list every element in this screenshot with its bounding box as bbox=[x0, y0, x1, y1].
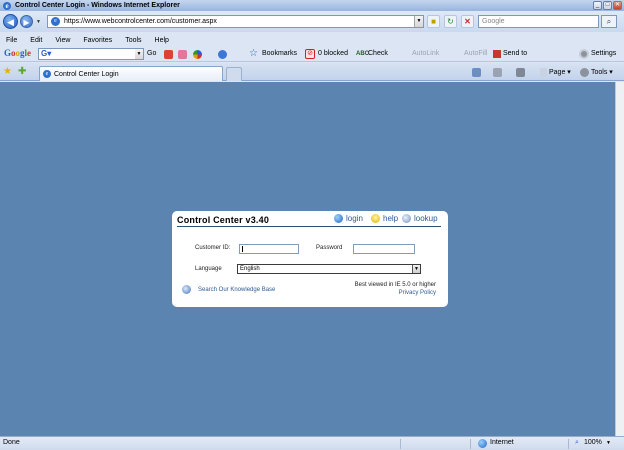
google-search-input[interactable]: G▾ ▼ bbox=[38, 48, 144, 60]
magnifier-icon bbox=[402, 214, 411, 223]
page-menu-label: Page bbox=[549, 69, 566, 76]
title-bar: e Control Center Login - Windows Interne… bbox=[0, 0, 624, 11]
customer-id-field[interactable] bbox=[239, 244, 299, 254]
tab-label: Control Center Login bbox=[54, 70, 119, 78]
password-field[interactable] bbox=[353, 244, 415, 254]
translate-icon[interactable] bbox=[218, 50, 227, 59]
bookmarks-button[interactable]: Bookmarks bbox=[262, 49, 297, 59]
customer-id-label: Customer ID: bbox=[195, 245, 231, 251]
status-bar: Done Internet ⌕ 100% ▼ bbox=[0, 436, 624, 450]
feeds-icon[interactable] bbox=[493, 67, 504, 78]
lightbulb-icon bbox=[371, 214, 380, 223]
address-row: ◀ ▶ ▼ e https://www.webcontrolcenter.com… bbox=[0, 11, 624, 32]
check-button[interactable]: Check bbox=[368, 49, 388, 59]
back-button[interactable]: ◀ bbox=[3, 14, 18, 29]
google-search-dropdown[interactable]: ▼ bbox=[135, 49, 143, 59]
status-text: Done bbox=[3, 439, 20, 446]
forward-button[interactable]: ▶ bbox=[20, 15, 33, 28]
address-field[interactable]: e https://www.webcontrolcenter.com/custo… bbox=[47, 15, 424, 28]
lookup-link[interactable]: lookup bbox=[402, 214, 438, 223]
add-favorite-icon[interactable]: ✚ bbox=[18, 66, 26, 77]
login-link[interactable]: login bbox=[334, 214, 363, 223]
send-to-icon bbox=[493, 50, 501, 58]
language-selected: English bbox=[240, 266, 260, 272]
popup-blocker-icon: ⊘ bbox=[305, 49, 315, 59]
page-menu[interactable]: Page ▾ bbox=[540, 67, 571, 78]
login-link-label: login bbox=[346, 214, 363, 223]
privacy-policy-link[interactable]: Privacy Policy bbox=[399, 290, 436, 296]
home-icon[interactable] bbox=[472, 67, 483, 78]
picasa-icon[interactable] bbox=[193, 50, 202, 59]
zoom-icon[interactable]: ⌕ bbox=[575, 439, 579, 447]
stop-icon[interactable]: ✕ bbox=[461, 15, 474, 28]
menu-file[interactable]: File bbox=[6, 37, 17, 44]
tools-menu-label: Tools bbox=[591, 69, 608, 76]
autofill-button[interactable]: AutoFill bbox=[464, 49, 487, 59]
menu-bar: File Edit View Favorites Tools Help bbox=[0, 34, 624, 46]
menu-view[interactable]: View bbox=[55, 37, 70, 44]
settings-button[interactable]: Settings bbox=[591, 49, 616, 59]
page-icon: e bbox=[51, 17, 60, 26]
internet-explorer-icon: e bbox=[3, 1, 11, 10]
favorites-star-icon[interactable]: ★ bbox=[3, 66, 12, 77]
password-label: Password bbox=[316, 245, 343, 251]
browser-note: Best viewed in IE 5.0 or higher bbox=[354, 282, 436, 288]
menu-favorites[interactable]: Favorites bbox=[83, 37, 112, 44]
tab-row: ★ ✚ e Control Center Login Page ▾ Tools … bbox=[0, 63, 624, 81]
status-divider bbox=[568, 439, 569, 449]
menu-help[interactable]: Help bbox=[155, 37, 169, 44]
search-input[interactable]: Google bbox=[478, 15, 599, 28]
settings-gear-icon bbox=[579, 49, 589, 59]
bookmarks-star-icon[interactable]: ☆ bbox=[249, 48, 258, 59]
language-label: Language bbox=[195, 266, 222, 272]
zoom-level[interactable]: 100% bbox=[584, 439, 602, 446]
go-button[interactable]: Go bbox=[147, 49, 156, 59]
panel-title: Control Center v3.40 bbox=[177, 215, 270, 225]
help-link[interactable]: help bbox=[371, 214, 398, 223]
print-icon[interactable] bbox=[516, 67, 527, 78]
lock-icon[interactable]: ■ bbox=[427, 15, 440, 28]
search-icon[interactable]: ⌕ bbox=[601, 15, 617, 28]
tools-menu[interactable]: Tools ▾ bbox=[580, 67, 613, 78]
menu-edit[interactable]: Edit bbox=[30, 37, 42, 44]
google-g-icon: G▾ bbox=[41, 49, 52, 58]
close-button[interactable]: ✕ bbox=[613, 1, 622, 10]
pagerank-icon[interactable] bbox=[164, 50, 173, 59]
internet-zone-icon bbox=[478, 439, 487, 448]
send-to-button[interactable]: Send to bbox=[503, 49, 527, 59]
chevron-down-icon[interactable]: ▼ bbox=[412, 265, 420, 273]
menu-tools[interactable]: Tools bbox=[125, 37, 141, 44]
window-controls: _ □ ✕ bbox=[593, 1, 622, 10]
security-zone: Internet bbox=[490, 439, 514, 446]
status-divider bbox=[470, 439, 471, 449]
google-logo: Google bbox=[4, 48, 32, 58]
address-dropdown[interactable]: ▼ bbox=[414, 16, 423, 27]
vertical-scrollbar[interactable] bbox=[615, 82, 624, 436]
knowledge-base-icon[interactable] bbox=[182, 285, 191, 294]
language-select[interactable]: English ▼ bbox=[237, 264, 421, 274]
lookup-link-label: lookup bbox=[414, 214, 438, 223]
page-icon: e bbox=[43, 70, 51, 78]
google-toolbar: Google G▾ ▼ Go ☆ Bookmarks ⊘ 0 blocked A… bbox=[0, 46, 624, 62]
popup-blocked-count[interactable]: 0 blocked bbox=[318, 49, 348, 59]
recent-pages-dropdown[interactable]: ▼ bbox=[36, 19, 41, 25]
globe-icon bbox=[334, 214, 343, 223]
help-link-label: help bbox=[383, 214, 399, 223]
knowledge-base-link[interactable]: Search Our Knowledge Base bbox=[198, 287, 275, 293]
new-tab-button[interactable] bbox=[226, 67, 242, 81]
zoom-dropdown[interactable]: ▼ bbox=[606, 440, 611, 446]
refresh-icon[interactable]: ↻ bbox=[444, 15, 457, 28]
minimize-button[interactable]: _ bbox=[593, 1, 602, 10]
title-rule bbox=[177, 226, 441, 227]
maximize-button[interactable]: □ bbox=[603, 1, 612, 10]
news-icon[interactable] bbox=[178, 50, 187, 59]
status-divider bbox=[400, 439, 401, 449]
login-panel: Control Center v3.40 login help lookup C… bbox=[172, 211, 448, 307]
tab-control-center-login[interactable]: e Control Center Login bbox=[39, 66, 223, 81]
address-url: https://www.webcontrolcenter.com/custome… bbox=[64, 18, 217, 25]
window-title: Control Center Login - Windows Internet … bbox=[15, 2, 180, 9]
autolink-button[interactable]: AutoLink bbox=[412, 49, 439, 59]
